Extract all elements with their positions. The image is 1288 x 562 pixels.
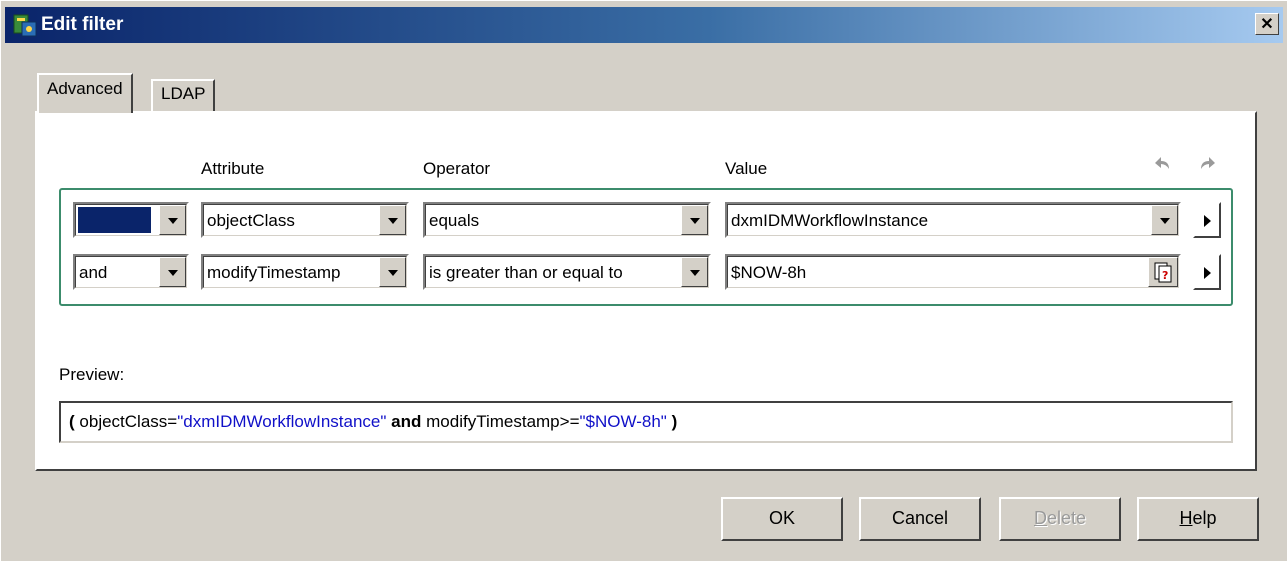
delete-button[interactable]: Delete bbox=[999, 497, 1121, 541]
operator-select-value: is greater than or equal to bbox=[429, 263, 623, 282]
preview-close-paren: ) bbox=[671, 412, 678, 431]
help-mnemonic: H bbox=[1179, 508, 1193, 528]
expression-icon: ? bbox=[1154, 262, 1172, 283]
preview-field[interactable]: ( objectClass="dxmIDMWorkflowInstance" a… bbox=[59, 401, 1233, 443]
logic-select-selection bbox=[78, 207, 151, 233]
logic-select[interactable] bbox=[73, 202, 189, 238]
value-input[interactable]: $NOW-8h ? bbox=[725, 254, 1181, 290]
chevron-down-icon[interactable] bbox=[159, 257, 186, 287]
ok-button[interactable]: OK bbox=[721, 497, 843, 541]
value-select[interactable]: dxmIDMWorkflowInstance bbox=[725, 202, 1181, 238]
cancel-button[interactable]: Cancel bbox=[859, 497, 981, 541]
help-label-rest: elp bbox=[1192, 508, 1217, 528]
help-button[interactable]: Help bbox=[1137, 497, 1259, 541]
operator-column-header: Operator bbox=[423, 159, 491, 178]
row-menu-button[interactable] bbox=[1193, 254, 1221, 290]
preview-value-2: "$NOW-8h" bbox=[579, 412, 667, 431]
preview-operator: and bbox=[391, 412, 422, 431]
tab-advanced[interactable]: Advanced bbox=[37, 73, 133, 113]
preview-attribute-2: modifyTimestamp>= bbox=[426, 412, 580, 431]
attribute-select[interactable]: modifyTimestamp bbox=[201, 254, 409, 290]
row-menu-button[interactable] bbox=[1193, 202, 1221, 238]
chevron-down-icon[interactable] bbox=[681, 257, 708, 287]
delete-mnemonic: D bbox=[1033, 508, 1047, 528]
logic-select-value: and bbox=[79, 263, 108, 282]
attribute-select-value: modifyTimestamp bbox=[207, 263, 341, 282]
filter-app-icon bbox=[13, 14, 37, 37]
value-input-value: $NOW-8h bbox=[731, 263, 807, 282]
preview-value-1: "dxmIDMWorkflowInstance" bbox=[177, 412, 387, 431]
window-title: Edit filter bbox=[41, 14, 124, 35]
attribute-select[interactable]: objectClass bbox=[201, 202, 409, 238]
attribute-column-header: Attribute bbox=[201, 159, 265, 178]
preview-label: Preview: bbox=[59, 365, 125, 384]
value-select-value: dxmIDMWorkflowInstance bbox=[731, 211, 929, 230]
logic-select[interactable]: and bbox=[73, 254, 189, 290]
chevron-down-icon[interactable] bbox=[379, 205, 406, 235]
close-button[interactable]: ✕ bbox=[1255, 13, 1279, 35]
title-bar[interactable]: Edit filter ✕ bbox=[5, 7, 1283, 43]
preview-open-paren: ( bbox=[69, 412, 75, 431]
chevron-down-icon[interactable] bbox=[379, 257, 406, 287]
delete-label-rest: elete bbox=[1046, 508, 1087, 528]
preview-text: ( objectClass="dxmIDMWorkflowInstance" a… bbox=[69, 412, 677, 432]
undo-icon[interactable] bbox=[1149, 149, 1173, 173]
operator-select[interactable]: equals bbox=[423, 202, 711, 238]
chevron-down-icon[interactable] bbox=[681, 205, 708, 235]
svg-text:?: ? bbox=[1162, 269, 1168, 282]
operator-select[interactable]: is greater than or equal to bbox=[423, 254, 711, 290]
expression-button[interactable]: ? bbox=[1148, 257, 1178, 287]
edit-filter-dialog: Edit filter ✕ Advanced LDAP Attribute Op… bbox=[0, 0, 1288, 562]
value-column-header: Value bbox=[725, 159, 768, 178]
attribute-select-value: objectClass bbox=[207, 211, 295, 230]
preview-attribute-1: objectClass= bbox=[79, 412, 178, 431]
redo-icon[interactable] bbox=[1197, 149, 1221, 173]
chevron-down-icon[interactable] bbox=[159, 205, 186, 235]
chevron-down-icon[interactable] bbox=[1151, 205, 1178, 235]
tab-ldap[interactable]: LDAP bbox=[151, 79, 216, 111]
operator-select-value: equals bbox=[429, 211, 480, 230]
